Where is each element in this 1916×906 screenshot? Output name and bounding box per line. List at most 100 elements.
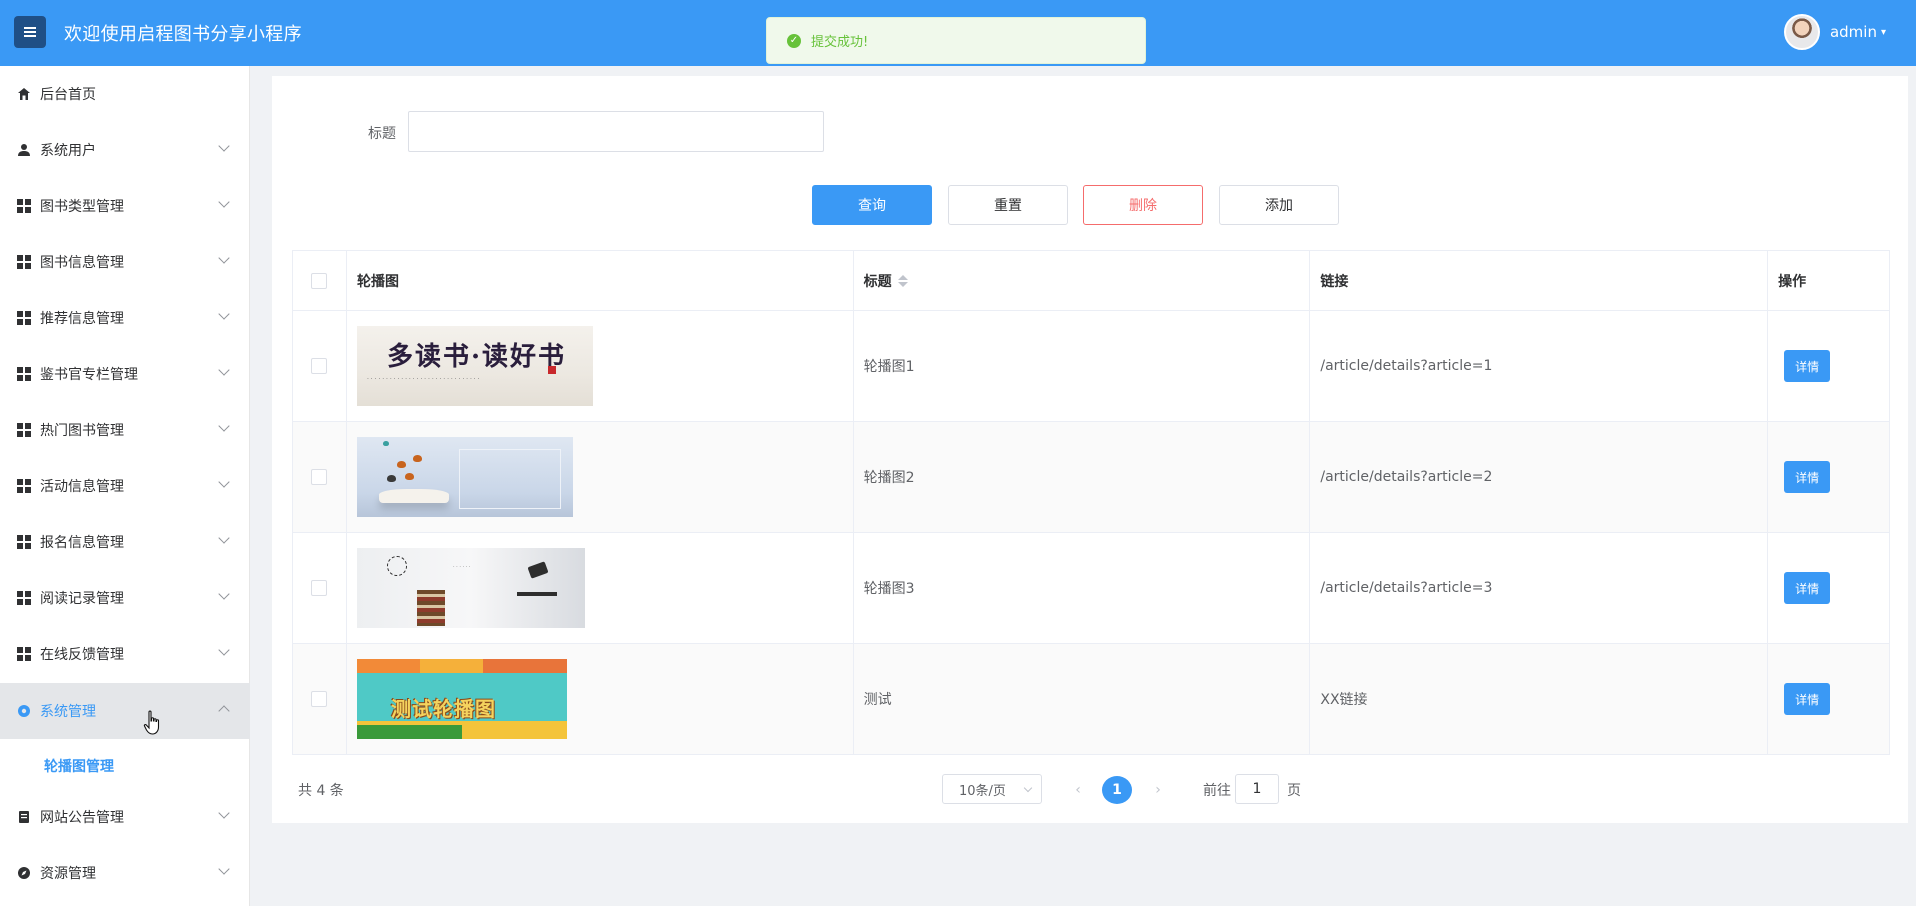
user-icon <box>16 142 32 158</box>
sidebar-item-reading[interactable]: 阅读记录管理 <box>0 570 250 626</box>
sort-icon[interactable] <box>897 274 908 287</box>
lamp-icon <box>527 561 549 579</box>
link-cell: /article/details?article=2 <box>1310 422 1769 532</box>
table-row: 多读书·读好书 · · · · · · · · · · · · · · · · … <box>293 311 1891 422</box>
sidebar-item-book-info[interactable]: 图书信息管理 <box>0 234 250 290</box>
add-button[interactable]: 添加 <box>1219 185 1339 225</box>
carousel-table: 轮播图 标题 链接 操作 多读书·读好书 · · · · · · · · · ·… <box>292 250 1891 755</box>
chevron-down-icon <box>1023 783 1033 793</box>
sidebar-item-label: 后台首页 <box>40 87 96 103</box>
prev-page-button[interactable]: ‹ <box>1066 776 1090 804</box>
row-checkbox-cell <box>293 533 347 643</box>
table-row: · · · · · · 轮播图3 /article/details?articl… <box>293 533 1891 644</box>
next-page-button[interactable]: › <box>1146 776 1170 804</box>
chevron-down-icon <box>218 807 230 819</box>
reset-button[interactable]: 重置 <box>948 185 1068 225</box>
sidebar-item-label: 推荐信息管理 <box>40 311 124 327</box>
page-size-value: 10条/页 <box>959 783 1006 799</box>
gear-icon <box>16 703 32 719</box>
butterfly-icon <box>404 473 414 480</box>
goto-page-input[interactable]: 1 <box>1235 774 1279 804</box>
sidebar-item-book-type[interactable]: 图书类型管理 <box>0 178 250 234</box>
link-cell: XX链接 <box>1310 644 1769 754</box>
home-icon <box>16 86 32 102</box>
header-checkbox-cell <box>293 251 347 310</box>
chevron-down-icon <box>218 196 230 208</box>
link-cell: /article/details?article=1 <box>1310 311 1769 421</box>
row-checkbox[interactable] <box>311 358 328 374</box>
delete-button[interactable]: 删除 <box>1083 185 1203 225</box>
grid-icon <box>16 534 32 550</box>
sidebar-item-label: 图书信息管理 <box>40 255 124 271</box>
row-checkbox[interactable] <box>311 469 328 485</box>
image-book <box>378 489 449 503</box>
sidebar: 后台首页 系统用户 图书类型管理 图书信息管理 推荐信息管理 鉴书官专栏管理 热… <box>0 66 250 906</box>
table-header: 轮播图 标题 链接 操作 <box>293 251 1891 311</box>
page-size-select[interactable]: 10条/页 <box>942 774 1042 804</box>
sidebar-item-notice[interactable]: 网站公告管理 <box>0 789 250 845</box>
goto-label: 前往 <box>1203 783 1231 799</box>
menu-toggle-button[interactable] <box>14 16 46 48</box>
sidebar-item-label: 活动信息管理 <box>40 479 124 495</box>
user-menu[interactable]: admin ▾ <box>1783 14 1886 50</box>
butterfly-icon <box>382 441 389 446</box>
query-button[interactable]: 查询 <box>812 185 932 225</box>
row-checkbox-cell <box>293 422 347 532</box>
image-cell: 多读书·读好书 · · · · · · · · · · · · · · · · … <box>347 311 854 421</box>
total-count: 共 4 条 <box>298 783 344 799</box>
hamburger-icon <box>24 27 36 37</box>
check-circle-icon: ✓ <box>787 33 801 48</box>
carousel-image: 测试轮播图 <box>356 659 567 739</box>
avatar <box>1783 14 1820 50</box>
chevron-down-icon <box>218 532 230 544</box>
grid-icon <box>16 422 32 438</box>
sidebar-item-label: 图书类型管理 <box>40 199 124 215</box>
chevron-down-icon <box>218 308 230 320</box>
seal-mark <box>547 366 556 374</box>
chevron-up-icon <box>218 705 230 717</box>
title-search-input[interactable] <box>408 111 824 152</box>
sidebar-item-system[interactable]: 系统管理 <box>0 683 250 739</box>
sidebar-item-recommend[interactable]: 推荐信息管理 <box>0 290 250 346</box>
sidebar-item-label: 资源管理 <box>40 866 96 882</box>
chevron-down-icon <box>218 644 230 656</box>
table-row: 测试轮播图 测试 XX链接 详情 <box>293 644 1891 755</box>
current-page[interactable]: 1 <box>1102 776 1132 804</box>
title-filter-label: 标题 <box>368 126 396 142</box>
chevron-down-icon <box>218 140 230 152</box>
app-title: 欢迎使用启程图书分享小程序 <box>64 24 302 45</box>
link-cell: /article/details?article=3 <box>1310 533 1769 643</box>
detail-button[interactable]: 详情 <box>1784 572 1831 604</box>
detail-button[interactable]: 详情 <box>1784 683 1831 715</box>
sidebar-item-home[interactable]: 后台首页 <box>0 66 250 122</box>
butterfly-icon <box>386 475 396 482</box>
sidebar-item-resource[interactable]: 资源管理 <box>0 845 250 901</box>
title-cell: 轮播图1 <box>854 311 1311 421</box>
sidebar-item-users[interactable]: 系统用户 <box>0 122 250 178</box>
toast-message: 提交成功! <box>811 35 869 50</box>
user-name: admin <box>1829 23 1877 41</box>
sidebar-item-feedback[interactable]: 在线反馈管理 <box>0 626 250 682</box>
row-checkbox[interactable] <box>311 580 328 596</box>
sidebar-item-label: 系统管理 <box>40 704 96 720</box>
table-row: 轮播图2 /article/details?article=2 详情 <box>293 422 1891 533</box>
detail-button[interactable]: 详情 <box>1784 350 1831 382</box>
action-cell: 详情 <box>1768 422 1891 532</box>
row-checkbox[interactable] <box>311 691 328 707</box>
grid-icon <box>16 366 32 382</box>
select-all-checkbox[interactable] <box>311 272 328 289</box>
column-header-action: 操作 <box>1768 251 1891 310</box>
image-cell <box>347 422 854 532</box>
sidebar-subitem-carousel[interactable]: 轮播图管理 <box>0 741 250 791</box>
detail-button[interactable]: 详情 <box>1784 461 1831 493</box>
sidebar-item-hot-books[interactable]: 热门图书管理 <box>0 402 250 458</box>
butterfly-icon <box>396 461 406 468</box>
column-header-title[interactable]: 标题 <box>854 251 1311 310</box>
sidebar-item-activity[interactable]: 活动信息管理 <box>0 458 250 514</box>
sidebar-item-signup[interactable]: 报名信息管理 <box>0 514 250 570</box>
image-small-text: · · · · · · <box>452 564 471 570</box>
row-checkbox-cell <box>293 311 347 421</box>
title-cell: 测试 <box>854 644 1311 754</box>
sidebar-item-column[interactable]: 鉴书官专栏管理 <box>0 346 250 402</box>
document-icon <box>16 809 32 825</box>
